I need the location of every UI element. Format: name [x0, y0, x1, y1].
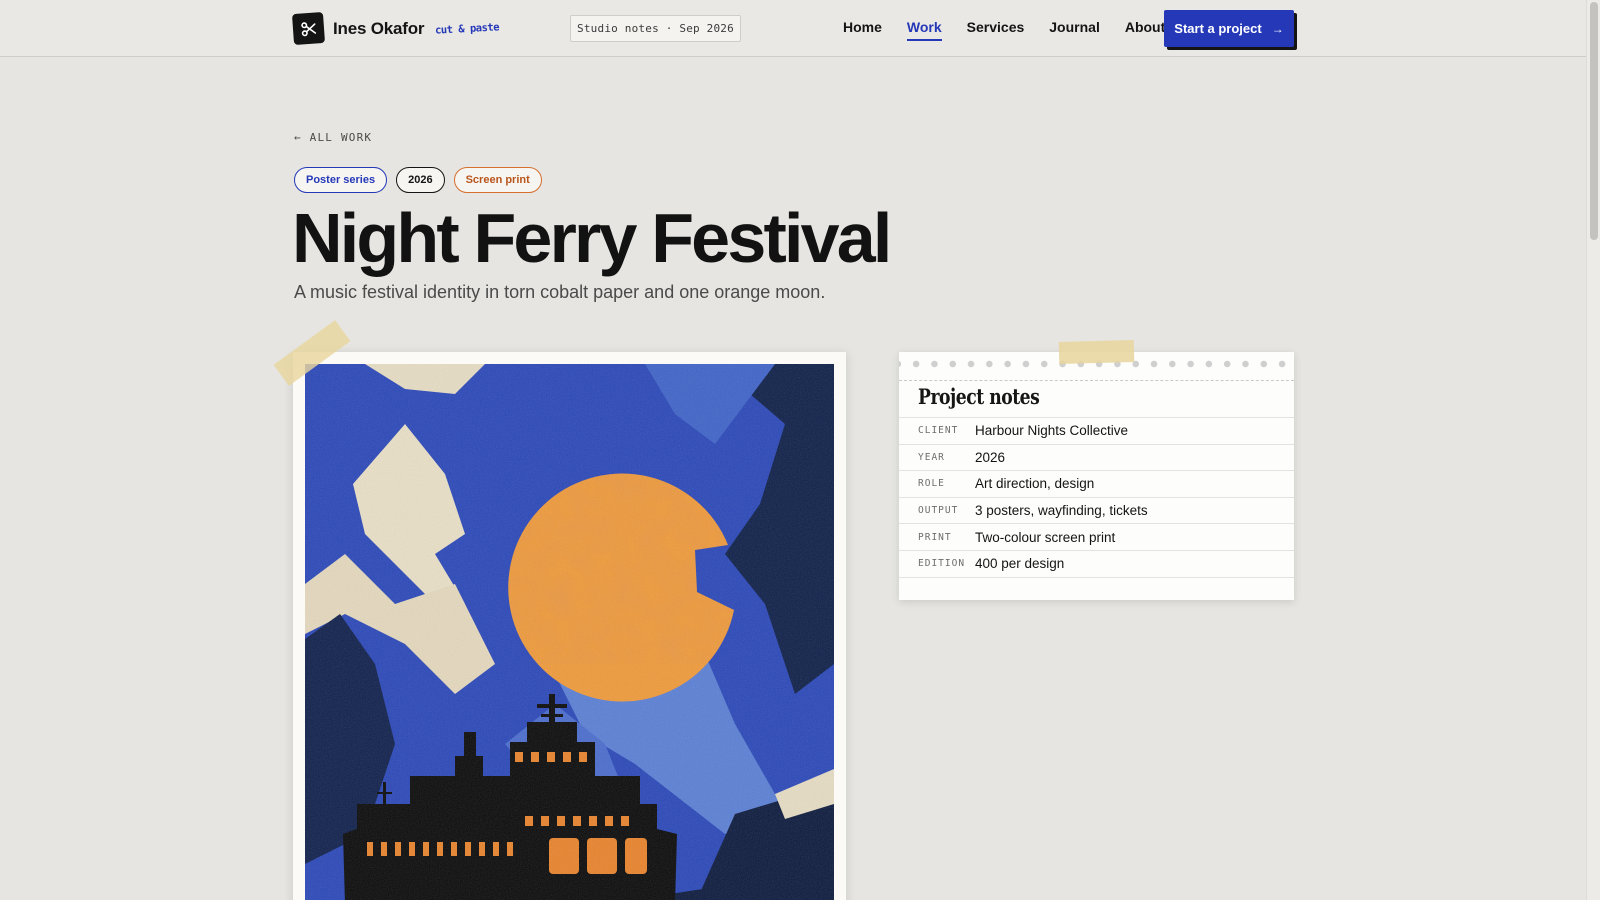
- page-title: Night Ferry Festival: [292, 199, 892, 277]
- back-link-label: ALL WORK: [309, 131, 373, 144]
- nav-link-work[interactable]: Work: [906, 19, 942, 41]
- masking-tape-decoration: [1058, 340, 1135, 364]
- note-row-role: ROLE Art direction, design: [899, 471, 1294, 498]
- note-value: 3 posters, wayfinding, tickets: [975, 503, 1148, 519]
- note-value: Two-colour screen print: [975, 529, 1116, 545]
- project-notes-list: CLIENT Harbour Nights Collective YEAR 20…: [899, 417, 1294, 578]
- note-value: 2026: [975, 449, 1006, 465]
- note-row-output: OUTPUT 3 posters, wayfinding, tickets: [899, 498, 1294, 525]
- note-key: YEAR: [918, 451, 945, 463]
- tag-year[interactable]: 2026: [396, 167, 445, 193]
- scissors-icon: [291, 11, 326, 46]
- nav-link-home[interactable]: Home: [843, 19, 882, 39]
- arrow-left-icon: ←: [294, 131, 302, 144]
- tag-poster-series[interactable]: Poster series: [294, 167, 388, 193]
- note-value: Art direction, design: [975, 476, 1095, 492]
- note-value: Harbour Nights Collective: [975, 423, 1129, 439]
- note-row-print: PRINT Two-colour screen print: [899, 524, 1294, 551]
- project-notes-card: Project notes CLIENT Harbour Nights Coll…: [899, 340, 1294, 600]
- note-value: 400 per design: [975, 556, 1065, 572]
- brand-logo-link[interactable]: Ines Okafor cut & paste: [291, 11, 500, 46]
- nav-link-journal[interactable]: Journal: [1049, 19, 1100, 39]
- studio-notes-chip: Studio notes · Sep 2026: [570, 15, 741, 42]
- arrow-right-icon: →: [1271, 21, 1284, 36]
- start-project-button[interactable]: Start a project →: [1164, 10, 1294, 47]
- main-nav: Home Work Services Journal About: [843, 19, 1190, 41]
- brand-name: Ines Okafor: [333, 18, 425, 38]
- page-scrollbar[interactable]: [1586, 0, 1600, 900]
- brand-tagline: cut & paste: [435, 20, 500, 37]
- back-to-all-work-link[interactable]: ← ALL WORK: [294, 131, 372, 144]
- note-row-year: YEAR 2026: [899, 445, 1294, 472]
- note-key: EDITION: [918, 558, 966, 570]
- project-tags: Poster series 2026 Screen print: [294, 167, 551, 193]
- nav-link-services[interactable]: Services: [967, 19, 1025, 39]
- start-project-label: Start a project: [1174, 21, 1262, 36]
- project-notes-title: Project notes: [918, 384, 1040, 409]
- poster-image-frame[interactable]: [293, 352, 846, 900]
- note-key: OUTPUT: [918, 505, 959, 517]
- note-key: ROLE: [918, 478, 945, 490]
- tag-screen-print[interactable]: Screen print: [453, 167, 542, 193]
- note-key: CLIENT: [918, 425, 959, 437]
- page-subtitle: A music festival identity in torn cobalt…: [294, 282, 826, 302]
- top-navigation-bar: Ines Okafor cut & paste Studio notes · S…: [0, 0, 1586, 57]
- note-key: PRINT: [918, 531, 952, 543]
- scrollbar-thumb[interactable]: [1590, 2, 1598, 240]
- note-row-edition: EDITION 400 per design: [899, 551, 1294, 578]
- note-row-client: CLIENT Harbour Nights Collective: [899, 418, 1294, 445]
- poster-artwork: [305, 364, 834, 900]
- nav-link-about[interactable]: About: [1125, 19, 1165, 39]
